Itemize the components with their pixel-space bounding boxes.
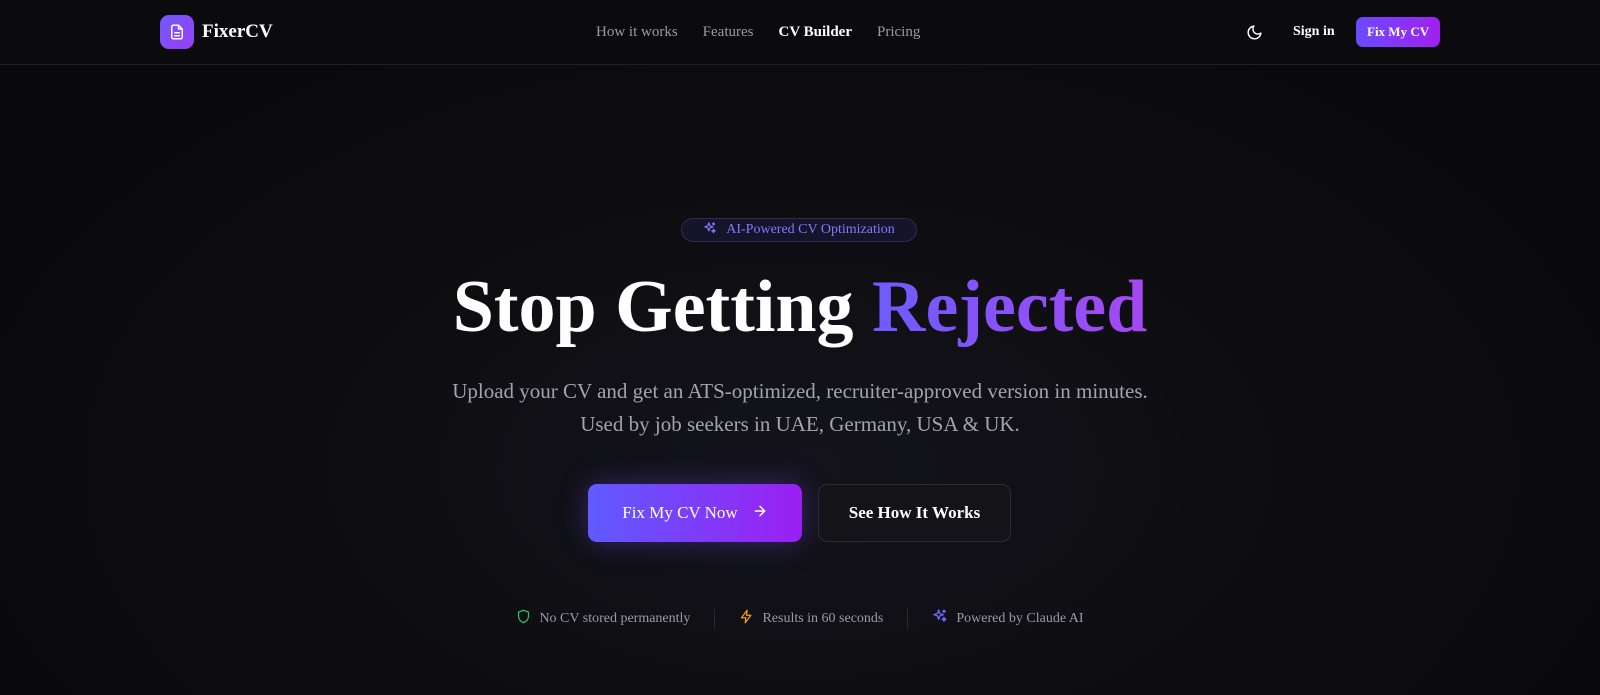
landing-page: FixerCV How it works Features CV Builder…: [0, 0, 1600, 695]
hero-subtitle-line-1: Upload your CV and get an ATS-optimized,…: [452, 379, 1148, 403]
top-navbar: FixerCV How it works Features CV Builder…: [0, 0, 1600, 65]
moon-icon[interactable]: [1243, 21, 1265, 43]
sign-in-link[interactable]: Sign in: [1293, 22, 1335, 42]
document-icon: [160, 15, 194, 49]
nav-link-how-it-works[interactable]: How it works: [596, 22, 678, 42]
fix-my-cv-now-button[interactable]: Fix My CV Now: [588, 484, 802, 542]
feature-item-claude-ai: Powered by Claude AI: [908, 608, 1107, 629]
hero-title-accent: Rejected: [872, 266, 1148, 348]
main-nav: How it works Features CV Builder Pricing: [596, 22, 920, 42]
hero-subtitle-line-2: Used by job seekers in UAE, Germany, USA…: [580, 412, 1020, 436]
sparkles-icon: [703, 221, 717, 240]
feature-text: No CV stored permanently: [539, 610, 691, 626]
hero-title-main: Stop Getting: [452, 266, 854, 348]
fix-my-cv-now-label: Fix My CV Now: [622, 503, 738, 522]
see-how-it-works-label: See How It Works: [848, 503, 981, 522]
brand-name: FixerCV: [202, 21, 273, 42]
hero-title: Stop Getting Rejected: [0, 262, 1600, 352]
lightning-icon: [739, 609, 754, 629]
see-how-it-works-button[interactable]: See How It Works: [818, 484, 1011, 542]
nav-link-pricing[interactable]: Pricing: [877, 22, 920, 42]
badge-text: AI-Powered CV Optimization: [726, 222, 895, 237]
nav-link-cv-builder[interactable]: CV Builder: [779, 22, 852, 42]
feature-item-no-storage: No CV stored permanently: [492, 609, 714, 629]
trust-features: No CV stored permanently Results in 60 s…: [0, 608, 1600, 629]
feature-text: Results in 60 seconds: [762, 610, 884, 626]
shield-icon: [516, 609, 531, 629]
ai-powered-badge: AI-Powered CV Optimization: [681, 218, 917, 242]
fix-my-cv-nav-button[interactable]: Fix My CV: [1356, 17, 1441, 47]
feature-text: Powered by Claude AI: [956, 610, 1084, 626]
nav-link-features[interactable]: Features: [703, 22, 754, 42]
arrow-right-icon: [752, 503, 768, 523]
sparkles-icon: [932, 608, 948, 629]
feature-item-fast-results: Results in 60 seconds: [715, 609, 907, 629]
brand-logo-link[interactable]: FixerCV: [160, 15, 273, 49]
